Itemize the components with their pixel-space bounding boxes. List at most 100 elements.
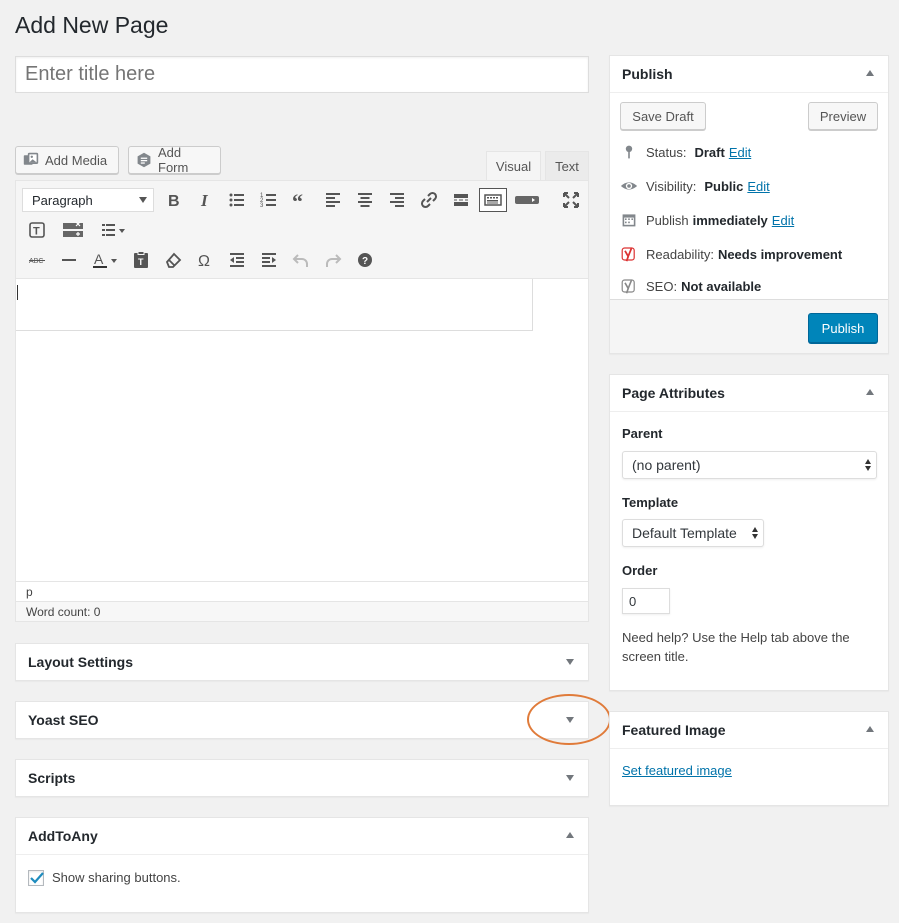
- set-featured-image-link[interactable]: Set featured image: [622, 763, 732, 778]
- readability-value: Needs improvement: [717, 246, 843, 262]
- undo-icon[interactable]: [285, 246, 317, 274]
- editor-content-area[interactable]: [16, 279, 533, 331]
- seo-value: Not available: [681, 278, 762, 294]
- help-text: Need help? Use the Help tab above the sc…: [622, 630, 850, 664]
- select-arrows-icon: [865, 459, 871, 471]
- horizontal-line-icon[interactable]: [53, 246, 85, 274]
- blockquote-icon[interactable]: “: [285, 186, 317, 214]
- bullet-list-icon[interactable]: [221, 186, 253, 214]
- content-editor: Paragraph B I 123 “ T ABC A T Ω ? p Word…: [15, 180, 589, 622]
- redo-icon[interactable]: [317, 246, 349, 274]
- addtoany-box: AddToAny Show sharing buttons.: [15, 817, 589, 913]
- toolbar-toggle-icon[interactable]: [479, 188, 507, 212]
- svg-text:?: ?: [362, 256, 368, 267]
- numbered-list-icon[interactable]: 123: [253, 186, 285, 214]
- tab-visual[interactable]: Visual: [486, 151, 541, 180]
- strikethrough-icon[interactable]: ABC: [21, 246, 53, 274]
- add-form-button[interactable]: Add Form: [128, 145, 221, 175]
- calendar-icon: [620, 211, 638, 229]
- publish-button[interactable]: Publish: [808, 313, 878, 343]
- format-select-value: Paragraph: [32, 192, 93, 208]
- scripts-title: Scripts: [28, 770, 76, 786]
- save-draft-button[interactable]: Save Draft: [620, 102, 706, 130]
- publish-actions: Publish: [610, 299, 888, 353]
- table-icon[interactable]: [53, 216, 93, 244]
- format-select[interactable]: Paragraph: [22, 188, 154, 212]
- pin-icon: [620, 143, 638, 161]
- read-more-icon[interactable]: [445, 186, 477, 214]
- text-color-icon[interactable]: A: [85, 246, 125, 274]
- editor-toolbar: Paragraph B I 123 “ T ABC A T Ω ?: [16, 181, 588, 279]
- editor-path: p: [16, 581, 588, 601]
- order-label: Order: [622, 563, 658, 578]
- addtoany-title: AddToAny: [28, 828, 98, 844]
- parent-select[interactable]: (no parent): [622, 451, 877, 479]
- status-label: Status:: [646, 144, 687, 160]
- page-attributes-title: Page Attributes: [622, 385, 725, 401]
- help-icon[interactable]: ?: [349, 246, 381, 274]
- chevron-down-icon: [139, 197, 147, 203]
- add-media-button[interactable]: Add Media: [15, 146, 119, 174]
- edit-publish-date-link[interactable]: Edit: [772, 213, 794, 228]
- checkmark-icon: [30, 872, 44, 884]
- yoast-readability-icon: [620, 245, 638, 263]
- chevron-up-icon[interactable]: [866, 70, 874, 76]
- link-icon[interactable]: [413, 186, 445, 214]
- layout-settings-box[interactable]: Layout Settings: [15, 643, 589, 681]
- layout-settings-title: Layout Settings: [28, 654, 134, 670]
- svg-text:Ω: Ω: [198, 253, 210, 270]
- paste-text-icon[interactable]: T: [125, 246, 157, 274]
- show-sharing-label: Show sharing buttons.: [52, 870, 181, 885]
- highlight-circle: [527, 694, 611, 745]
- align-center-icon[interactable]: [349, 186, 381, 214]
- scripts-box[interactable]: Scripts: [15, 759, 589, 797]
- parent-select-value: (no parent): [632, 457, 701, 473]
- svg-text:T: T: [138, 257, 144, 267]
- word-count: Word count: 0: [16, 601, 588, 621]
- bold-icon[interactable]: B: [157, 186, 189, 214]
- edit-visibility-link[interactable]: Edit: [747, 179, 769, 194]
- add-form-label: Add Form: [158, 145, 189, 175]
- template-select-value: Default Template: [632, 525, 737, 541]
- yoast-seo-title: Yoast SEO: [28, 712, 99, 728]
- align-right-icon[interactable]: [381, 186, 413, 214]
- clear-formatting-icon[interactable]: [157, 246, 189, 274]
- shortcode-icon[interactable]: [509, 186, 545, 214]
- edit-status-link[interactable]: Edit: [729, 145, 751, 160]
- italic-icon[interactable]: I: [189, 186, 221, 214]
- svg-text:ABC: ABC: [29, 258, 43, 265]
- svg-text:3: 3: [260, 203, 264, 209]
- page-attributes-box: Page Attributes Parent (no parent) Templ…: [609, 374, 889, 691]
- preview-button[interactable]: Preview: [808, 102, 878, 130]
- outdent-icon[interactable]: [221, 246, 253, 274]
- order-input[interactable]: 0: [622, 588, 670, 614]
- select-arrows-icon: [752, 527, 758, 539]
- tab-text[interactable]: Text: [545, 151, 589, 180]
- template-label: Template: [622, 495, 679, 510]
- fullscreen-icon[interactable]: [555, 186, 587, 214]
- chevron-up-icon[interactable]: [866, 726, 874, 732]
- eye-icon: [620, 177, 638, 195]
- seo-label: SEO:: [646, 278, 678, 294]
- featured-image-title: Featured Image: [622, 722, 726, 738]
- parent-label: Parent: [622, 426, 663, 441]
- chevron-down-icon[interactable]: [566, 775, 574, 781]
- yoast-seo-box[interactable]: Yoast SEO: [15, 701, 589, 739]
- indent-icon[interactable]: [253, 246, 285, 274]
- text-cursor: [17, 285, 18, 300]
- title-input[interactable]: [15, 56, 589, 93]
- special-character-icon[interactable]: Ω: [189, 246, 221, 274]
- publish-box-title: Publish: [622, 66, 673, 82]
- list-dropdown-icon[interactable]: [93, 216, 133, 244]
- show-sharing-checkbox[interactable]: [28, 870, 44, 886]
- chevron-up-icon[interactable]: [866, 389, 874, 395]
- template-select[interactable]: Default Template: [622, 519, 764, 547]
- svg-text:B: B: [168, 193, 180, 210]
- publish-box: Publish Save Draft Preview Status: Draft…: [609, 55, 889, 354]
- text-box-icon[interactable]: T: [21, 216, 53, 244]
- add-media-label: Add Media: [45, 152, 108, 168]
- svg-text:“: “: [292, 190, 303, 210]
- align-left-icon[interactable]: [317, 186, 349, 214]
- chevron-down-icon[interactable]: [566, 659, 574, 665]
- chevron-up-icon[interactable]: [566, 832, 574, 838]
